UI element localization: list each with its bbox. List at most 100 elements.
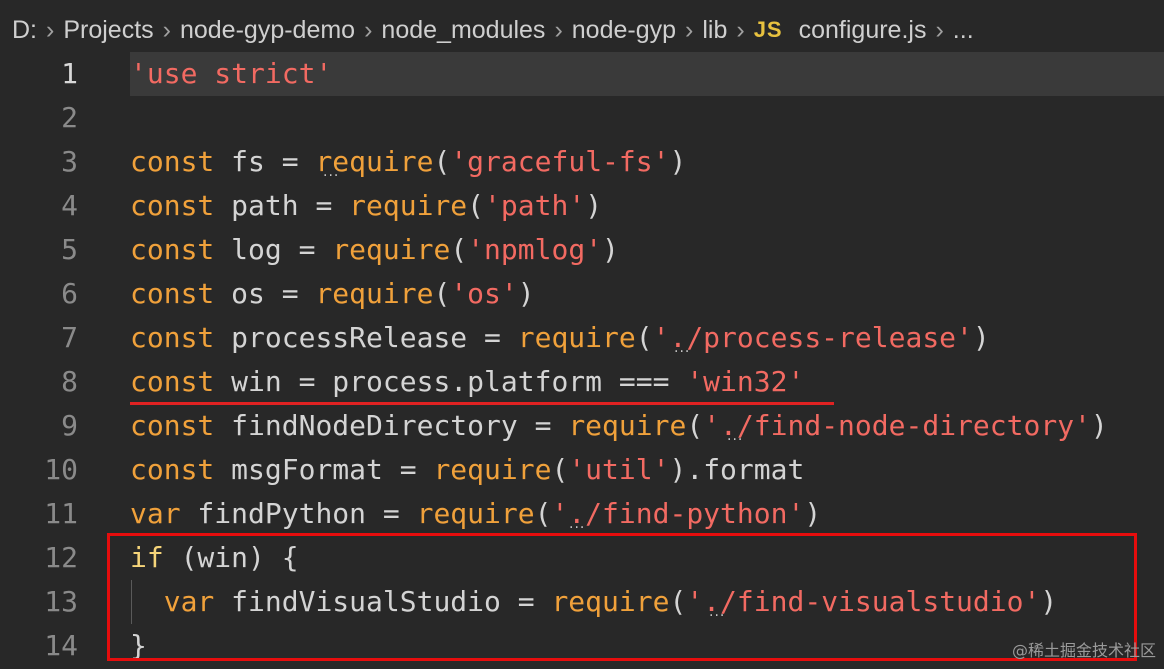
code-line[interactable]: 5 const log = require('npmlog') <box>0 228 1164 272</box>
code-token: ) <box>602 233 619 266</box>
breadcrumb-drive[interactable]: D: <box>12 16 37 45</box>
code-token: './process-release' <box>652 321 973 354</box>
code-token: fs = <box>214 145 316 178</box>
hint-dots: ··· <box>569 520 586 536</box>
breadcrumb-file[interactable]: configure.js <box>799 16 927 45</box>
code-token: ( <box>686 409 704 442</box>
line-number: 3 <box>61 145 78 178</box>
line-number: 4 <box>61 189 78 222</box>
line-number: 1 <box>61 57 78 90</box>
code-text[interactable]: const path = require('path') <box>130 184 1164 228</box>
code-token: findNodeDirectory = <box>214 409 569 442</box>
line-number: 2 <box>61 101 78 134</box>
code-token: ( <box>433 277 451 310</box>
hint-dots: ··· <box>727 432 744 448</box>
code-text[interactable]: const msgFormat = require('util').format <box>130 448 1164 492</box>
code-token: ) <box>669 145 687 178</box>
breadcrumb-node-gyp[interactable]: node-gyp <box>572 16 676 45</box>
code-token: win = process.platform === <box>214 365 687 398</box>
code-line[interactable]: 3 const fs = require('graceful-fs') <box>0 140 1164 184</box>
code-text[interactable]: const win = process.platform === 'win32' <box>130 360 1164 404</box>
chevron-right-icon: › <box>736 15 745 44</box>
line-number: 8 <box>61 365 78 398</box>
code-token: require <box>315 277 434 310</box>
code-line[interactable]: 7 const processRelease = require('./proce… <box>0 316 1164 360</box>
breadcrumb-ellipsis[interactable]: ... <box>953 16 974 45</box>
code-token: processRelease = <box>214 321 518 354</box>
chevron-right-icon: › <box>46 15 55 44</box>
code-token: const <box>130 453 215 486</box>
code-line[interactable]: 4 const path = require('path') <box>0 184 1164 228</box>
code-text[interactable]: const processRelease = require('./proces… <box>130 316 1164 360</box>
code-line[interactable]: 1 'use strict' <box>0 52 1164 96</box>
line-number: 6 <box>61 277 78 310</box>
code-token: require <box>433 453 552 486</box>
code-token: require <box>568 409 687 442</box>
code-line[interactable]: 8 const win = process.platform === 'win32… <box>0 360 1164 404</box>
chevron-right-icon: › <box>162 15 171 44</box>
code-text[interactable]: const fs = require('graceful-fs') <box>130 140 1164 184</box>
line-number: 9 <box>61 409 78 442</box>
code-token: var <box>130 497 181 530</box>
line-number: 11 <box>44 497 78 530</box>
code-token: 'os' <box>450 277 518 310</box>
code-token: ( <box>635 321 653 354</box>
annotation-highlight-box <box>107 533 1137 661</box>
chevron-right-icon: › <box>554 15 563 44</box>
chevron-right-icon: › <box>935 15 944 44</box>
code-token: ( <box>551 453 569 486</box>
annotation-underline <box>130 402 834 405</box>
code-token: const <box>130 233 215 266</box>
code-token: ) <box>585 189 603 222</box>
code-token: const <box>130 321 215 354</box>
hint-dots: ··· <box>709 608 726 624</box>
code-token: ( <box>467 189 485 222</box>
code-token: log = <box>214 233 333 266</box>
breadcrumb-lib[interactable]: lib <box>702 16 727 45</box>
breadcrumb-projects[interactable]: Projects <box>63 16 153 45</box>
code-token: 'win32' <box>686 365 805 398</box>
line-number: 13 <box>44 585 78 618</box>
code-line[interactable]: 6 const os = require('os') <box>0 272 1164 316</box>
code-line[interactable]: 2 <box>0 96 1164 140</box>
code-text[interactable]: const findNodeDirectory = require('./fin… <box>130 404 1164 448</box>
editor-screenshot: D: › Projects › node-gyp-demo › node_mod… <box>0 0 1164 669</box>
code-token: ( <box>433 145 451 178</box>
code-token: const <box>130 277 215 310</box>
code-token: require <box>517 321 636 354</box>
watermark: @稀土掘金技术社区 <box>1011 641 1156 660</box>
code-token: ) <box>517 277 535 310</box>
code-token: ) <box>972 321 990 354</box>
code-token: 'use strict' <box>130 57 333 90</box>
code-text[interactable]: const os = require('os') <box>130 272 1164 316</box>
code-token: const <box>130 409 215 442</box>
code-token: path = <box>214 189 350 222</box>
code-line[interactable]: 10 const msgFormat = require('util').form… <box>0 448 1164 492</box>
code-token: require <box>416 497 535 530</box>
code-token: 'util' <box>568 453 670 486</box>
line-number: 10 <box>44 453 78 486</box>
code-token: 'graceful-fs' <box>450 145 670 178</box>
code-token: ( <box>450 233 468 266</box>
line-number: 5 <box>61 233 78 266</box>
code-text[interactable]: 'use strict' <box>130 52 1164 96</box>
hint-dots: ··· <box>674 344 691 360</box>
code-token: const <box>130 365 215 398</box>
line-number: 14 <box>44 629 78 662</box>
chevron-right-icon: › <box>685 15 694 44</box>
breadcrumb: D: › Projects › node-gyp-demo › node_mod… <box>0 0 1164 60</box>
code-token: msgFormat = <box>214 453 434 486</box>
code-token: ) <box>1090 409 1108 442</box>
code-token: ).format <box>669 453 805 486</box>
breadcrumb-node-gyp-demo[interactable]: node-gyp-demo <box>180 16 355 45</box>
code-token: os = <box>214 277 316 310</box>
code-token: const <box>130 189 215 222</box>
code-token: findPython = <box>180 497 417 530</box>
code-token: ) <box>804 497 822 530</box>
code-text[interactable]: const log = require('npmlog') <box>130 228 1164 272</box>
code-token: './find-node-directory' <box>703 409 1091 442</box>
breadcrumb-node-modules[interactable]: node_modules <box>381 16 545 45</box>
code-text[interactable]: var findPython = require('./find-python'… <box>130 492 1164 536</box>
code-line[interactable]: 9 const findNodeDirectory = require('./fi… <box>0 404 1164 448</box>
javascript-file-icon: JS <box>753 17 783 42</box>
